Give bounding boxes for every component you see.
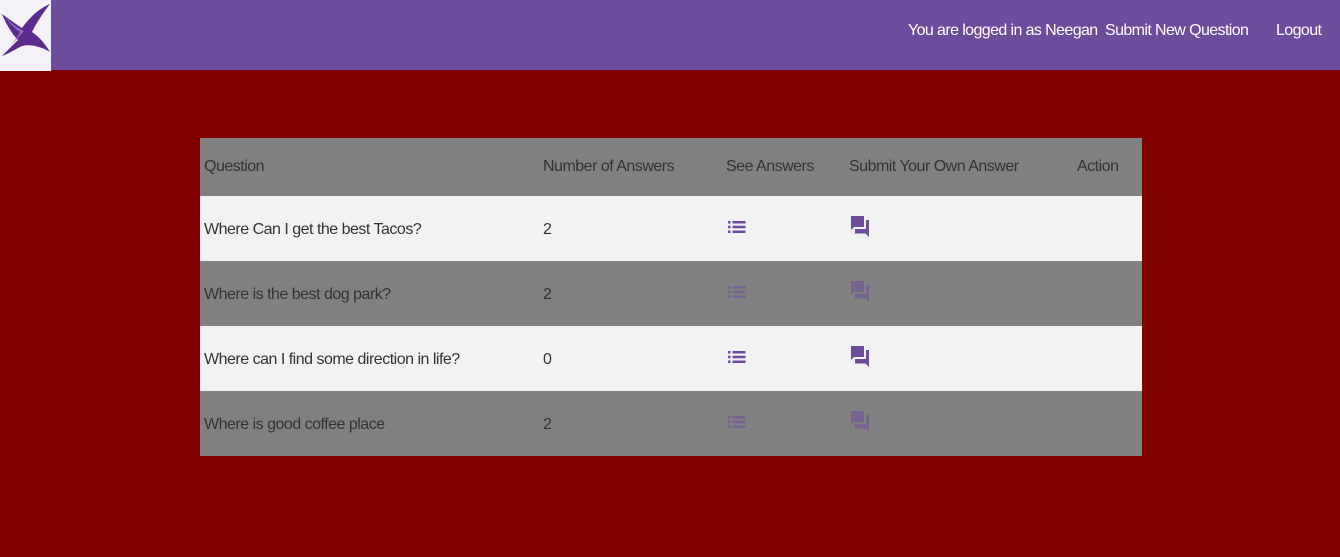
forum-icon[interactable] [850,410,870,437]
forum-icon[interactable] [850,280,870,307]
list-icon[interactable] [728,285,746,304]
forum-icon[interactable] [850,345,870,372]
submit-new-question-link[interactable]: Submit New Question [1105,22,1249,40]
question-text: Where Can I get the best Tacos? [204,221,422,238]
bird-logo-icon[interactable] [0,0,51,71]
header-submit-answer: Submit Your Own Answer [849,158,1019,175]
answer-count: 2 [543,221,552,238]
table-row: Where is the best dog park? 2 [200,261,1142,326]
question-text: Where is good coffee place [204,416,385,433]
forum-icon[interactable] [850,215,870,242]
table-row: Where Can I get the best Tacos? 2 [200,196,1142,261]
header-number-of-answers: Number of Answers [543,158,675,175]
answer-count: 0 [543,351,552,368]
table-header-row: Question Number of Answers See Answers S… [200,138,1142,196]
list-icon[interactable] [728,350,746,369]
answer-count: 2 [543,286,552,303]
answer-count: 2 [543,416,552,433]
question-text: Where can I find some direction in life? [204,351,460,368]
logged-in-user-text: You are logged in as Neegan [908,22,1098,39]
table-row: Where can I find some direction in life?… [200,326,1142,391]
questions-table: Question Number of Answers See Answers S… [200,138,1142,456]
header-see-answers: See Answers [726,158,814,175]
list-icon[interactable] [728,220,746,239]
list-icon[interactable] [728,415,746,434]
question-text: Where is the best dog park? [204,286,391,303]
navbar: You are logged in as Neegan Submit New Q… [0,0,1340,71]
header-question: Question [204,158,265,175]
header-action: Action [1077,158,1119,175]
table-row: Where is good coffee place 2 [200,391,1142,456]
logout-link[interactable]: Logout [1276,22,1322,40]
